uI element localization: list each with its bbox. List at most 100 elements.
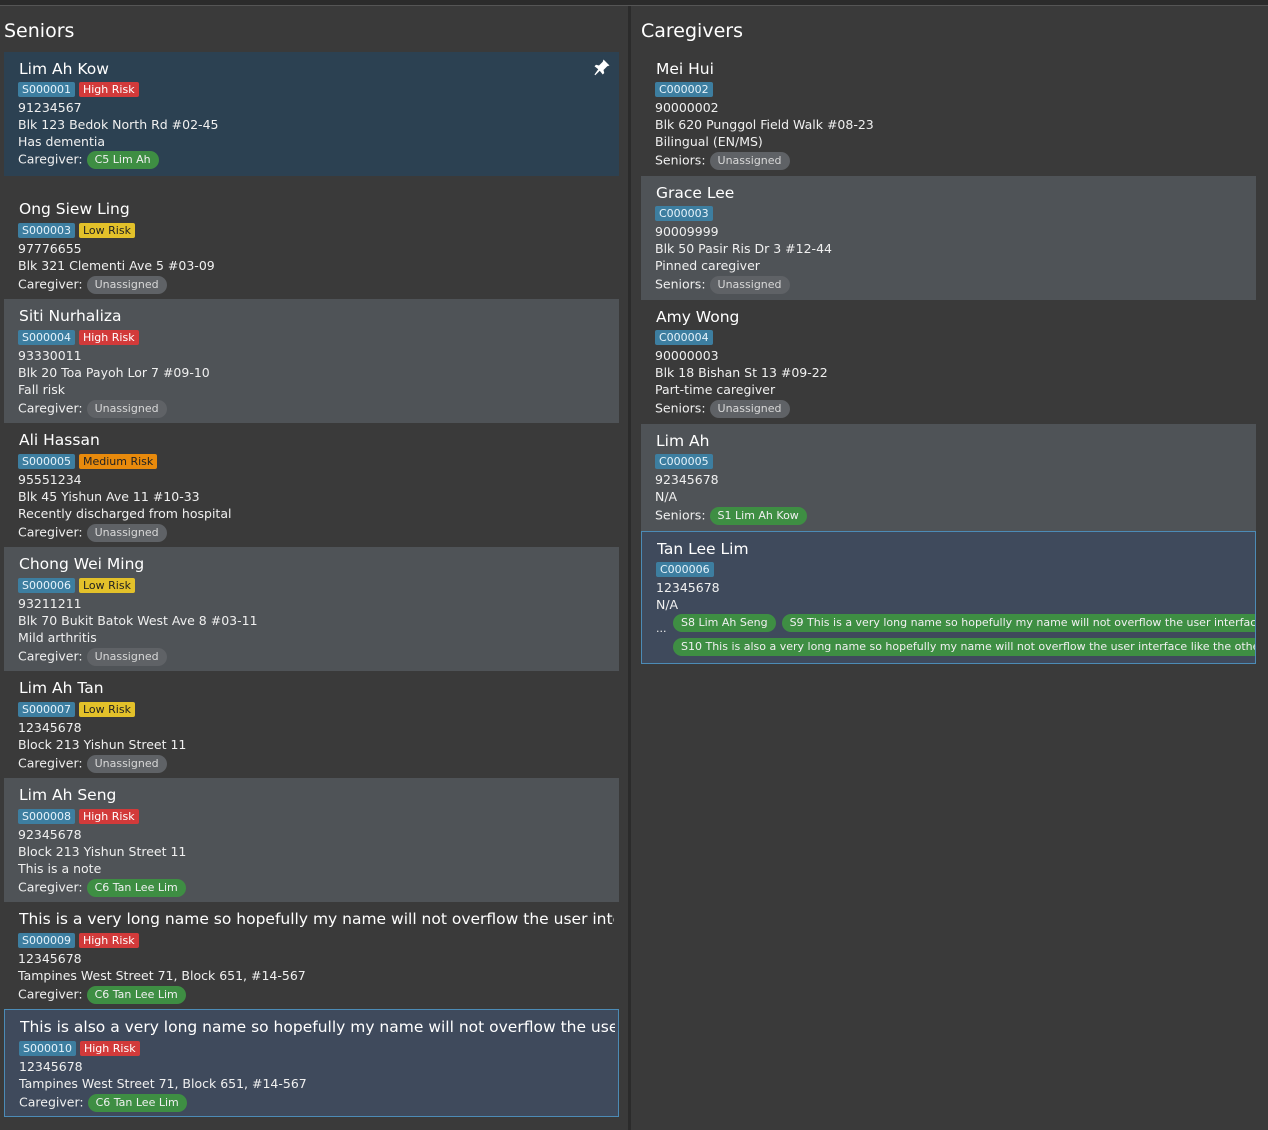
senior-address: Block 213 Yishun Street 11 [18, 737, 187, 752]
caregiver-id-badge: C000006 [656, 562, 714, 577]
senior-chip[interactable]: S10 This is also a very long name so hop… [673, 638, 1255, 656]
caregiver-label: Caregiver: [18, 755, 83, 771]
seniors-panel: Seniors Lim Ah Kow S000001 High Risk 9123… [0, 6, 626, 1117]
seniors-label: Seniors: [655, 152, 706, 168]
senior-id-badge: S000005 [18, 454, 75, 469]
senior-chip[interactable]: Unassigned [709, 152, 790, 170]
senior-note: Mild arthritis [18, 630, 97, 645]
caregiver-label: Caregiver: [18, 276, 83, 292]
senior-id-badge: S000008 [18, 809, 75, 824]
caregiver-address: Blk 620 Punggol Field Walk #08-23 [655, 117, 874, 132]
caregiver-chip[interactable]: Unassigned [86, 400, 167, 418]
caregiver-chip[interactable]: C6 Tan Lee Lim [86, 879, 186, 897]
senior-phone: 12345678 [18, 720, 82, 735]
senior-chip[interactable]: S9 This is a very long name so hopefully… [781, 614, 1255, 632]
senior-address: Blk 70 Bukit Batok West Ave 8 #03-11 [18, 613, 258, 628]
caregiver-phone: 90009999 [655, 224, 719, 239]
senior-card-selected[interactable]: This is also a very long name so hopeful… [4, 1009, 619, 1117]
caregiver-name: Amy Wong [656, 308, 740, 326]
senior-id-badge: S000006 [18, 578, 75, 593]
seniors-label: Seniors: [655, 276, 706, 292]
senior-card[interactable]: This is a very long name so hopefully my… [4, 902, 619, 1009]
senior-name: Ong Siew Ling [19, 200, 130, 218]
caregiver-card[interactable]: Amy Wong C000004 90000003 Blk 18 Bishan … [641, 300, 1256, 424]
senior-address: Block 213 Yishun Street 11 [18, 844, 187, 859]
caregiver-name: Lim Ah [656, 432, 710, 450]
caregiver-id-badge: C000002 [655, 82, 713, 97]
senior-phone: 91234567 [18, 100, 82, 115]
senior-phone: 92345678 [18, 827, 82, 842]
caregiver-label: Caregiver: [18, 648, 83, 664]
caregiver-label: Caregiver: [18, 151, 83, 167]
caregiver-id-badge: C000003 [655, 206, 713, 221]
senior-id-badge: S000004 [18, 330, 75, 345]
risk-badge: High Risk [78, 933, 139, 948]
senior-id-badge: S000003 [18, 223, 75, 238]
senior-card[interactable]: Chong Wei Ming S000006 Low Risk 93211211 … [4, 547, 619, 671]
risk-badge: High Risk [78, 330, 139, 345]
caregiver-name: Grace Lee [656, 184, 735, 202]
senior-name: Lim Ah Kow [19, 60, 109, 78]
senior-address: Tampines West Street 71, Block 651, #14-… [18, 968, 306, 983]
caregiver-phone: 12345678 [656, 580, 720, 595]
caregiver-chip[interactable]: C6 Tan Lee Lim [87, 1094, 187, 1112]
risk-badge: High Risk [79, 1041, 140, 1056]
risk-badge: Low Risk [78, 578, 135, 593]
caregiver-chip[interactable]: Unassigned [86, 648, 167, 666]
senior-chip[interactable]: S1 Lim Ah Kow [709, 507, 807, 525]
caregiver-card[interactable]: Lim Ah C000005 92345678 N/A Seniors: S1 L… [641, 424, 1256, 531]
caregiver-name: Tan Lee Lim [657, 540, 749, 558]
caregiver-chip[interactable]: Unassigned [86, 276, 167, 294]
senior-chip[interactable]: Unassigned [709, 276, 790, 294]
caregiver-chip[interactable]: Unassigned [86, 524, 167, 542]
risk-badge: High Risk [78, 82, 139, 97]
caregiver-note: Part-time caregiver [655, 382, 776, 397]
caregiver-address: N/A [655, 489, 678, 504]
panel-divider[interactable] [628, 6, 631, 1130]
seniors-label: Seniors: [655, 400, 706, 416]
senior-card-pinned[interactable]: Lim Ah Kow S000001 High Risk 91234567 Blk… [4, 52, 619, 176]
caregiver-id-badge: C000004 [655, 330, 713, 345]
caregiver-chip[interactable]: C5 Lim Ah [86, 151, 159, 169]
senior-phone: 12345678 [18, 951, 82, 966]
caregiver-phone: 90000002 [655, 100, 719, 115]
caregiver-address: Blk 50 Pasir Ris Dr 3 #12-44 [655, 241, 832, 256]
senior-address: Blk 20 Toa Payoh Lor 7 #09-10 [18, 365, 210, 380]
caregiver-label: Caregiver: [18, 986, 83, 1002]
senior-card[interactable]: Siti Nurhaliza S000004 High Risk 93330011… [4, 299, 619, 423]
caregiver-card[interactable]: Grace Lee C000003 90009999 Blk 50 Pasir … [641, 176, 1256, 300]
seniors-label: Seniors: [655, 507, 706, 523]
caregiver-name: Mei Hui [656, 60, 714, 78]
caregiver-chip[interactable]: C6 Tan Lee Lim [86, 986, 186, 1004]
caregiver-phone: 90000003 [655, 348, 719, 363]
caregiver-id-badge: C000005 [655, 454, 713, 469]
senior-card[interactable]: Ong Siew Ling S000003 Low Risk 97776655 B… [4, 192, 619, 299]
caregiver-card[interactable]: Mei Hui C000002 90000002 Blk 620 Punggol… [641, 52, 1256, 176]
senior-address: Blk 123 Bedok North Rd #02-45 [18, 117, 219, 132]
caregiver-address: Blk 18 Bishan St 13 #09-22 [655, 365, 828, 380]
caregiver-card-selected[interactable]: Tan Lee Lim C000006 12345678 N/A ... S8 … [641, 531, 1256, 664]
caregivers-panel: Caregivers Mei Hui C000002 90000002 Blk … [636, 6, 1262, 664]
senior-phone: 97776655 [18, 241, 82, 256]
senior-card[interactable]: Lim Ah Tan S000007 Low Risk 12345678 Bloc… [4, 671, 619, 778]
seniors-title: Seniors [4, 20, 75, 42]
senior-note: This is a note [18, 861, 102, 876]
senior-chip[interactable]: Unassigned [709, 400, 790, 418]
caregiver-label: Caregiver: [18, 879, 83, 895]
senior-phone: 93211211 [18, 596, 82, 611]
senior-card[interactable]: Ali Hassan S000005 Medium Risk 95551234 B… [4, 423, 619, 547]
caregivers-title: Caregivers [641, 20, 743, 42]
senior-card[interactable]: Lim Ah Seng S000008 High Risk 92345678 Bl… [4, 778, 619, 902]
seniors-label-truncated: ... [656, 622, 667, 635]
senior-chip[interactable]: S8 Lim Ah Seng [673, 614, 776, 632]
senior-id-badge: S000007 [18, 702, 75, 717]
risk-badge: Low Risk [78, 702, 135, 717]
pin-icon[interactable] [593, 58, 611, 76]
senior-name: Chong Wei Ming [19, 555, 145, 573]
caregiver-label: Caregiver: [18, 524, 83, 540]
senior-address: Blk 45 Yishun Ave 11 #10-33 [18, 489, 200, 504]
caregiver-phone: 92345678 [655, 472, 719, 487]
caregiver-chip[interactable]: Unassigned [86, 755, 167, 773]
caregiver-address: N/A [656, 597, 679, 612]
senior-name: Lim Ah Seng [19, 786, 117, 804]
